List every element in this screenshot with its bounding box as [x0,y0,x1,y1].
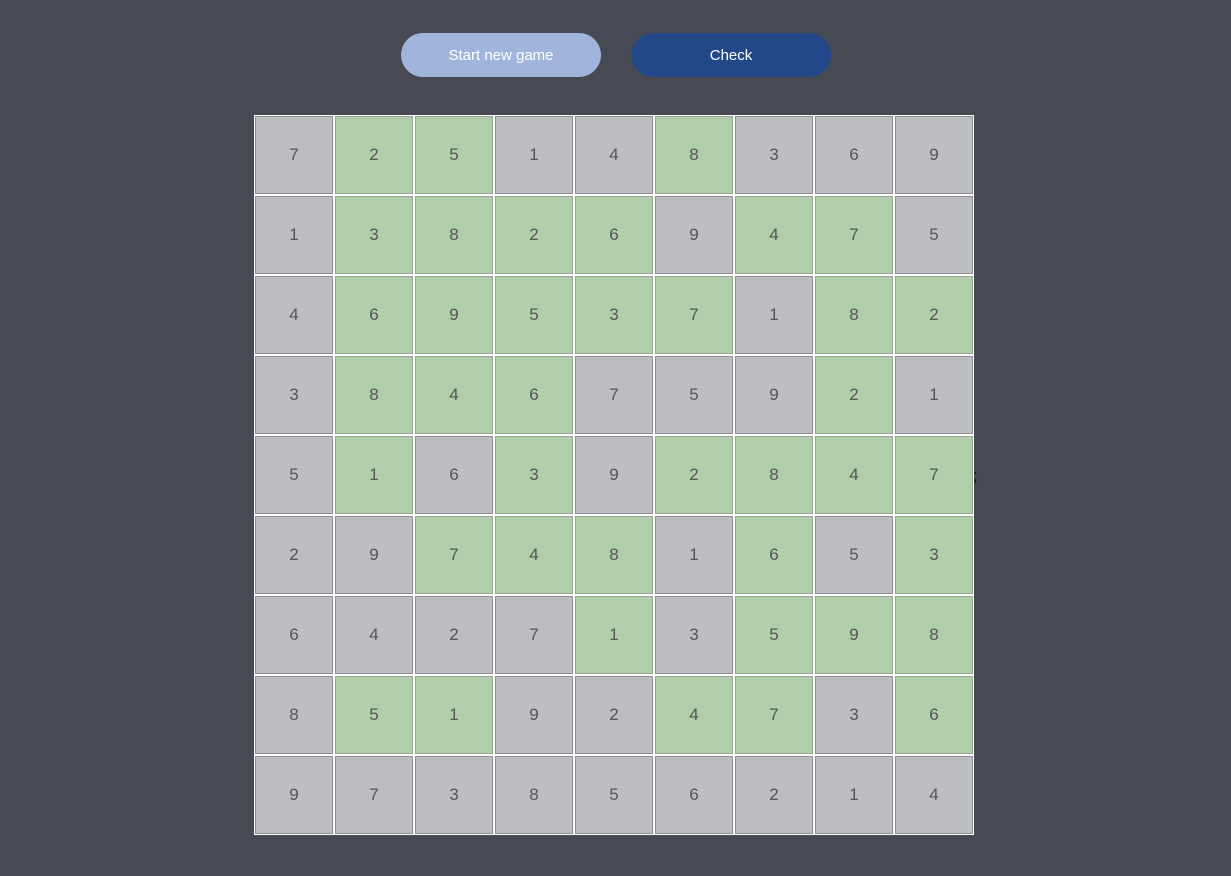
sudoku-cell[interactable]: 1 [334,435,414,515]
sudoku-cell[interactable]: 2 [334,115,414,195]
sudoku-cell[interactable]: 2 [414,595,494,675]
sudoku-cell[interactable]: 9 [574,435,654,515]
sudoku-cell[interactable]: 6 [894,675,974,755]
sudoku-cell[interactable]: 6 [494,355,574,435]
sudoku-cell[interactable]: 4 [494,515,574,595]
sudoku-cell[interactable]: 7 [734,675,814,755]
game-toolbar: Start new game Check [401,33,831,77]
sudoku-cell[interactable]: 2 [894,275,974,355]
start-new-game-button[interactable]: Start new game [401,33,601,77]
sudoku-cell[interactable]: 2 [814,355,894,435]
check-button[interactable]: Check [631,33,831,77]
sudoku-cell[interactable]: 5 [334,675,414,755]
sudoku-cell[interactable]: 9 [734,355,814,435]
sudoku-cell[interactable]: 6 [814,115,894,195]
sudoku-cell[interactable]: 4 [654,675,734,755]
sudoku-cell[interactable]: 7 [414,515,494,595]
sudoku-cell[interactable]: 2 [494,195,574,275]
sudoku-cell[interactable]: 7 [334,755,414,835]
sudoku-cell[interactable]: 3 [734,115,814,195]
sudoku-cell[interactable]: 3 [494,435,574,515]
sudoku-cell[interactable]: 5 [654,355,734,435]
sudoku-cell[interactable]: 5 [254,435,334,515]
sudoku-cell[interactable]: 4 [334,595,414,675]
sudoku-cell[interactable]: 2 [734,755,814,835]
sudoku-cell[interactable]: 6 [654,755,734,835]
sudoku-cell[interactable]: 8 [894,595,974,675]
sudoku-cell[interactable]: 1 [254,195,334,275]
sudoku-cell[interactable]: 7 [254,115,334,195]
sudoku-cell[interactable]: 5 [734,595,814,675]
sudoku-cell[interactable]: 9 [894,115,974,195]
sudoku-cell[interactable]: 7 [894,435,974,515]
sudoku-cell[interactable]: 3 [414,755,494,835]
sudoku-cell[interactable]: 1 [814,755,894,835]
sudoku-cell[interactable]: 1 [494,115,574,195]
sudoku-cell[interactable]: 2 [254,515,334,595]
sudoku-cell[interactable]: 1 [654,515,734,595]
sudoku-cell[interactable]: 4 [894,755,974,835]
sudoku-cell[interactable]: 7 [814,195,894,275]
sudoku-cell[interactable]: 8 [734,435,814,515]
sudoku-cell[interactable]: 3 [254,355,334,435]
sudoku-cell[interactable]: 2 [574,675,654,755]
sudoku-cell[interactable]: 4 [574,115,654,195]
sudoku-cell[interactable]: 5 [574,755,654,835]
sudoku-cell[interactable]: 9 [414,275,494,355]
sudoku-cell[interactable]: 1 [894,355,974,435]
sudoku-cell[interactable]: 7 [654,275,734,355]
sudoku-cell[interactable]: 3 [654,595,734,675]
sudoku-cell[interactable]: 6 [334,275,414,355]
sudoku-cell[interactable]: 5 [894,195,974,275]
sudoku-cell[interactable]: 6 [254,595,334,675]
sudoku-cell[interactable]: 3 [574,275,654,355]
sudoku-cell[interactable]: 4 [414,355,494,435]
sudoku-cell[interactable]: 8 [574,515,654,595]
sudoku-cell[interactable]: 6 [574,195,654,275]
sudoku-cell[interactable]: 1 [574,595,654,675]
sudoku-cell[interactable]: 5 [814,515,894,595]
sudoku-cell[interactable]: 4 [814,435,894,515]
sudoku-cell[interactable]: 9 [814,595,894,675]
sudoku-cell[interactable]: 8 [334,355,414,435]
sudoku-cell[interactable]: 1 [734,275,814,355]
sudoku-cell[interactable]: 1 [414,675,494,755]
sudoku-cell[interactable]: 4 [254,275,334,355]
sudoku-cell[interactable]: 4 [734,195,814,275]
sudoku-cell[interactable]: 9 [254,755,334,835]
sudoku-cell[interactable]: 9 [334,515,414,595]
sudoku-cell[interactable]: 7 [574,355,654,435]
sudoku-cell[interactable]: 5 [494,275,574,355]
sudoku-cell[interactable]: 3 [814,675,894,755]
stray-glyph: ; [973,466,978,485]
sudoku-board: 7251483691382694754695371823846759215163… [254,115,974,835]
sudoku-cell[interactable]: 7 [494,595,574,675]
sudoku-cell[interactable]: 9 [494,675,574,755]
sudoku-cell[interactable]: 6 [734,515,814,595]
sudoku-cell[interactable]: 8 [654,115,734,195]
sudoku-cell[interactable]: 2 [654,435,734,515]
sudoku-cell[interactable]: 8 [814,275,894,355]
sudoku-cell[interactable]: 3 [334,195,414,275]
sudoku-cell[interactable]: 6 [414,435,494,515]
sudoku-cell[interactable]: 5 [414,115,494,195]
sudoku-cell[interactable]: 8 [414,195,494,275]
sudoku-cell[interactable]: 8 [254,675,334,755]
sudoku-cell[interactable]: 3 [894,515,974,595]
sudoku-cell[interactable]: 9 [654,195,734,275]
sudoku-cell[interactable]: 8 [494,755,574,835]
